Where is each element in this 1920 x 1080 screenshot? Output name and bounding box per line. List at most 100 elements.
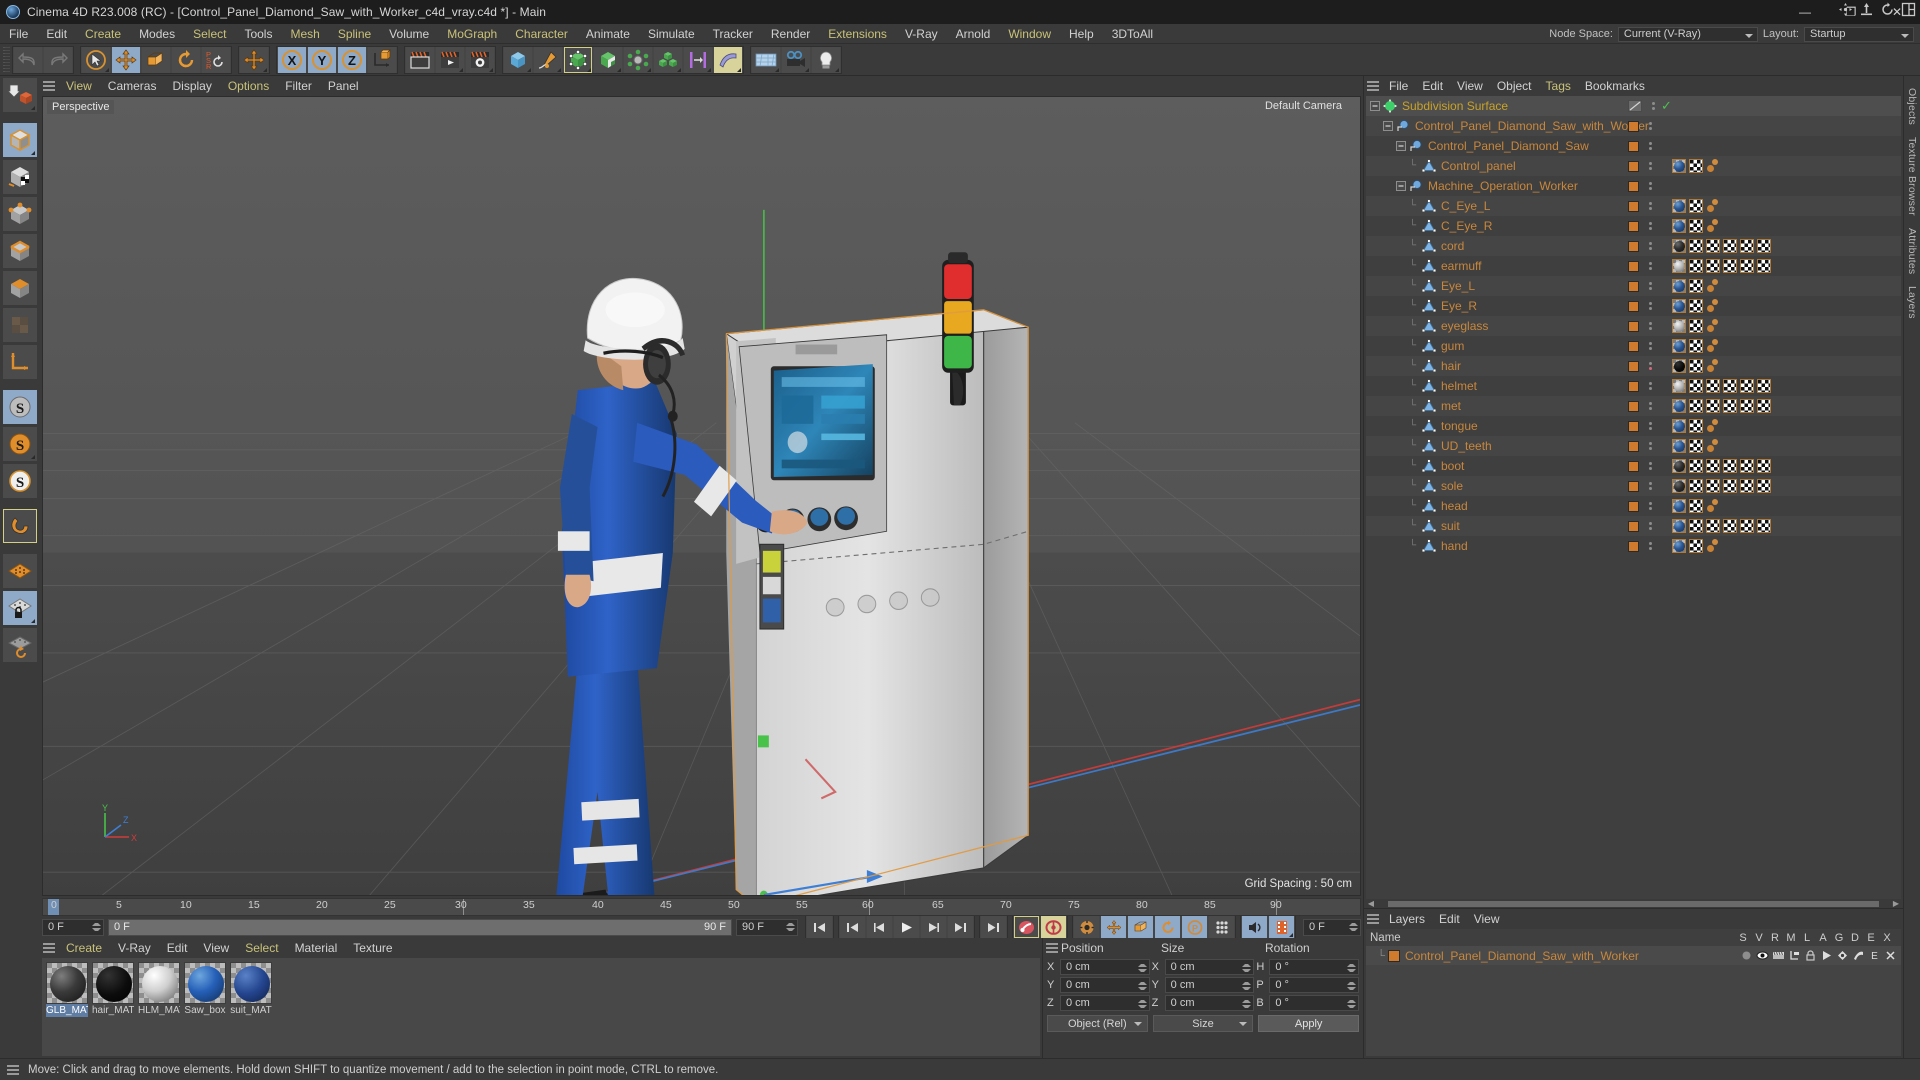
subdivision-surface-icon[interactable] (1383, 99, 1397, 113)
uvw-tag-icon[interactable] (1689, 339, 1703, 353)
uvw-tag-icon[interactable] (1689, 319, 1703, 333)
layer-list[interactable]: └ Control_Panel_Diamond_Saw_with_Worker (1366, 946, 1901, 1056)
object-visibility-dots[interactable] (1646, 342, 1654, 350)
object-color-chip[interactable] (1628, 540, 1639, 552)
object-name[interactable]: Eye_R (1441, 299, 1477, 313)
polygon-object-icon[interactable] (1422, 159, 1436, 173)
end-frame-field[interactable]: 90 F (736, 918, 798, 936)
object-row[interactable]: └ suit (1366, 516, 1901, 536)
object-name[interactable]: C_Eye_L (1441, 199, 1490, 213)
uvw-tag-icon[interactable] (1723, 259, 1737, 273)
polygon-object-icon[interactable] (1422, 359, 1436, 373)
expander-toggle-icon[interactable] (1396, 181, 1406, 191)
object-row[interactable]: └ helmet (1366, 376, 1901, 396)
object-name[interactable]: met (1441, 399, 1461, 413)
boole-button[interactable] (594, 46, 622, 73)
object-color-chip[interactable] (1628, 300, 1639, 312)
material-menu-texture[interactable]: Texture (345, 938, 400, 958)
size-x-spinner[interactable] (1242, 961, 1251, 974)
object-row[interactable]: Control_Panel_Diamond_Saw_with_Worker (1366, 116, 1901, 136)
layer-deformer-icon[interactable] (1852, 949, 1865, 962)
uvw-tag-icon[interactable] (1706, 479, 1720, 493)
scroll-right-arrow-icon[interactable]: ▶ (1891, 899, 1901, 908)
object-name[interactable]: UD_teeth (1441, 439, 1492, 453)
object-name[interactable]: Eye_L (1441, 279, 1475, 293)
material-tag-icon[interactable] (1672, 259, 1686, 273)
previous-keyframe-button[interactable] (840, 916, 865, 938)
uvw-tag-icon[interactable] (1689, 199, 1703, 213)
object-menu-object[interactable]: Object (1490, 76, 1539, 96)
current-frame-field[interactable]: 0 F (42, 918, 104, 936)
uvw-tag-icon[interactable] (1689, 539, 1703, 553)
node-space-select[interactable]: Current (V-Ray) (1617, 26, 1758, 42)
uvw-tag-icon[interactable] (1706, 259, 1720, 273)
object-name[interactable]: sole (1441, 479, 1463, 493)
edge-tab-layers[interactable]: Layers (1906, 280, 1918, 325)
position-y-field[interactable]: 0 cm (1060, 977, 1150, 993)
pan-icon[interactable] (1838, 2, 1853, 17)
polygon-object-icon[interactable] (1422, 199, 1436, 213)
material-menu-material[interactable]: Material (287, 938, 346, 958)
menu-mograph[interactable]: MoGraph (438, 24, 506, 44)
selection-tag-icon[interactable] (1706, 199, 1720, 213)
mograph-cloner-button[interactable] (654, 46, 682, 73)
material-menu-select[interactable]: Select (237, 938, 286, 958)
enable-snap-s2-icon[interactable]: S (3, 427, 37, 461)
uvw-tag-icon[interactable] (1723, 399, 1737, 413)
object-color-chip[interactable] (1628, 380, 1639, 392)
filmstrip-button[interactable] (1269, 916, 1294, 938)
scroll-left-arrow-icon[interactable]: ◀ (1366, 899, 1376, 908)
minimize-button[interactable]: — (1782, 0, 1828, 24)
polygon-object-icon[interactable] (1422, 239, 1436, 253)
object-visibility-dots[interactable] (1646, 442, 1654, 450)
position-x-field[interactable]: 0 cm (1060, 959, 1150, 975)
material-tag-icon[interactable] (1672, 459, 1686, 473)
selection-tag-icon[interactable] (1706, 299, 1720, 313)
end-frame-spinner[interactable] (786, 921, 795, 934)
object-name[interactable]: Control_panel (1441, 159, 1516, 173)
object-color-chip[interactable] (1628, 280, 1639, 292)
selection-tag-icon[interactable] (1706, 359, 1720, 373)
object-row[interactable]: └ hand (1366, 536, 1901, 556)
key-rotation-button[interactable] (1155, 916, 1180, 938)
object-color-chip[interactable] (1628, 460, 1639, 472)
uvw-tag-icon[interactable] (1689, 299, 1703, 313)
render-settings-button[interactable] (466, 46, 494, 73)
polygon-object-icon[interactable] (1422, 479, 1436, 493)
material-preview[interactable] (230, 962, 272, 1004)
lock-z-axis-button[interactable]: Z (338, 46, 366, 73)
uvw-tag-icon[interactable] (1723, 379, 1737, 393)
scale-tool-button[interactable] (142, 46, 170, 73)
size-z-field[interactable]: 0 cm (1164, 995, 1255, 1011)
object-color-chip[interactable] (1628, 120, 1639, 132)
redo-button[interactable] (44, 46, 72, 73)
object-visibility-dots[interactable] (1646, 182, 1654, 190)
uvw-tag-icon[interactable] (1740, 259, 1754, 273)
object-color-chip[interactable] (1628, 480, 1639, 492)
bridge-deformer-button[interactable] (684, 46, 712, 73)
menu-help[interactable]: Help (1060, 24, 1103, 44)
sound-button[interactable] (1242, 916, 1267, 938)
rotation-b-spinner[interactable] (1347, 997, 1356, 1010)
object-row[interactable]: └ hair (1366, 356, 1901, 376)
material-menu-vray[interactable]: V-Ray (110, 938, 159, 958)
material-tag-icon[interactable] (1672, 159, 1686, 173)
light-button[interactable] (812, 46, 840, 73)
object-menu-edit[interactable]: Edit (1415, 76, 1450, 96)
keyframe-selection-button[interactable] (1074, 916, 1099, 938)
uvw-tag-icon[interactable] (1689, 379, 1703, 393)
rotation-h-field[interactable]: 0 ° (1269, 959, 1360, 975)
object-visibility-dots[interactable] (1649, 102, 1657, 110)
layer-generator-icon[interactable] (1836, 949, 1849, 962)
polygon-mode-icon[interactable] (3, 271, 37, 305)
menu-volume[interactable]: Volume (380, 24, 438, 44)
preview-range-bar[interactable]: 0 F 90 F (108, 918, 732, 936)
uvw-tag-icon[interactable] (1689, 259, 1703, 273)
material-item[interactable]: Saw_box (184, 962, 226, 1017)
uvw-tag-icon[interactable] (1723, 519, 1737, 533)
object-row[interactable]: └ Eye_R (1366, 296, 1901, 316)
menu-tools[interactable]: Tools (235, 24, 281, 44)
world-coordinate-move-button[interactable] (240, 46, 268, 73)
material-name[interactable]: GLB_MAT (46, 1004, 88, 1017)
material-menu-create[interactable]: Create (58, 938, 110, 958)
